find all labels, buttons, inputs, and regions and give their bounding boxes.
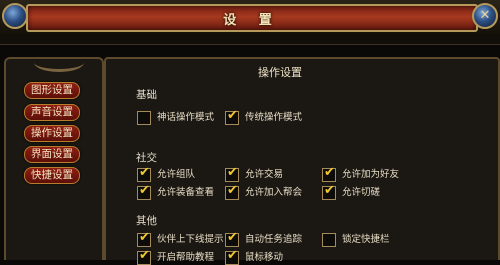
checkbox[interactable] xyxy=(137,111,151,125)
check-icon: ✔ xyxy=(324,165,335,180)
section-label-social: 社交 xyxy=(136,152,157,164)
checkbox[interactable]: ✔ xyxy=(225,183,239,200)
option-label: 允许加为好友 xyxy=(342,169,400,180)
option-allow-duel[interactable]: ✔ 允许切磋 xyxy=(322,183,402,200)
option-classic-mode[interactable]: ✔ 传统操作模式 xyxy=(225,108,315,125)
nav-ornament xyxy=(34,53,84,72)
check-icon: ✔ xyxy=(227,248,238,263)
header-divider xyxy=(0,34,500,45)
nav-interface-settings[interactable]: 界面设置 xyxy=(24,146,80,163)
checkbox[interactable]: ✔ xyxy=(137,165,151,182)
section-label-basic: 基础 xyxy=(136,89,157,101)
checkbox[interactable]: ✔ xyxy=(137,230,151,247)
settings-panel xyxy=(104,57,500,260)
check-icon: ✔ xyxy=(227,165,238,180)
check-icon: ✔ xyxy=(139,230,150,245)
check-icon: ✔ xyxy=(324,183,335,198)
checkbox[interactable]: ✔ xyxy=(225,108,239,125)
nav-graphics-settings[interactable]: 图形设置 xyxy=(24,82,80,99)
checkbox[interactable]: ✔ xyxy=(225,248,239,265)
checkbox[interactable]: ✔ xyxy=(225,230,239,247)
nav-shortcut-settings[interactable]: 快捷设置 xyxy=(24,167,80,184)
check-icon: ✔ xyxy=(139,183,150,198)
checkbox[interactable]: ✔ xyxy=(137,248,151,265)
option-mouse-move[interactable]: ✔ 鼠标移动 xyxy=(225,248,305,265)
close-button[interactable]: ✕ xyxy=(472,3,498,29)
option-label: 允许装备查看 xyxy=(157,187,215,198)
title-bar: 设 置 xyxy=(26,4,478,32)
check-icon: ✔ xyxy=(227,108,238,123)
checkbox[interactable]: ✔ xyxy=(137,183,151,200)
option-label: 允许交易 xyxy=(245,169,284,180)
section-label-other: 其他 xyxy=(136,215,157,227)
option-mythic-mode[interactable]: 神话操作模式 xyxy=(137,111,227,125)
option-label: 伙伴上下线提示 xyxy=(157,234,224,245)
option-allow-friend[interactable]: ✔ 允许加为好友 xyxy=(322,165,412,182)
option-allow-guild-join[interactable]: ✔ 允许加入帮会 xyxy=(225,183,305,200)
option-label: 传统操作模式 xyxy=(245,112,303,123)
option-allow-trade[interactable]: ✔ 允许交易 xyxy=(225,165,305,182)
option-label: 自动任务追踪 xyxy=(245,234,303,245)
option-auto-quest-track[interactable]: ✔ 自动任务追踪 xyxy=(225,230,310,247)
panel-title: 操作设置 xyxy=(258,66,302,79)
left-orb-ornament xyxy=(2,3,28,29)
check-icon: ✔ xyxy=(139,248,150,263)
check-icon: ✔ xyxy=(139,165,150,180)
close-icon: ✕ xyxy=(479,8,491,23)
option-allow-equip-view[interactable]: ✔ 允许装备查看 xyxy=(137,183,217,200)
option-label: 神话操作模式 xyxy=(157,112,215,123)
checkbox[interactable]: ✔ xyxy=(322,165,336,182)
window-header: 设 置 ✕ xyxy=(0,0,500,34)
option-allow-team[interactable]: ✔ 允许组队 xyxy=(137,165,217,182)
option-label: 允许切磋 xyxy=(342,187,381,198)
checkbox[interactable]: ✔ xyxy=(322,183,336,200)
option-label: 允许组队 xyxy=(157,169,196,180)
option-partner-online-tip[interactable]: ✔ 伙伴上下线提示 xyxy=(137,230,224,247)
check-icon: ✔ xyxy=(227,183,238,198)
window-title: 设 置 xyxy=(223,13,281,28)
option-label: 锁定快捷栏 xyxy=(342,234,390,245)
checkbox[interactable] xyxy=(322,233,336,247)
nav-sound-settings[interactable]: 声音设置 xyxy=(24,104,80,121)
option-help-tutorial[interactable]: ✔ 开启帮助教程 xyxy=(137,248,222,265)
nav-control-settings[interactable]: 操作设置 xyxy=(24,125,80,142)
check-icon: ✔ xyxy=(227,230,238,245)
option-label: 允许加入帮会 xyxy=(245,187,303,198)
checkbox[interactable]: ✔ xyxy=(225,165,239,182)
option-lock-hotbar[interactable]: 锁定快捷栏 xyxy=(322,233,402,247)
